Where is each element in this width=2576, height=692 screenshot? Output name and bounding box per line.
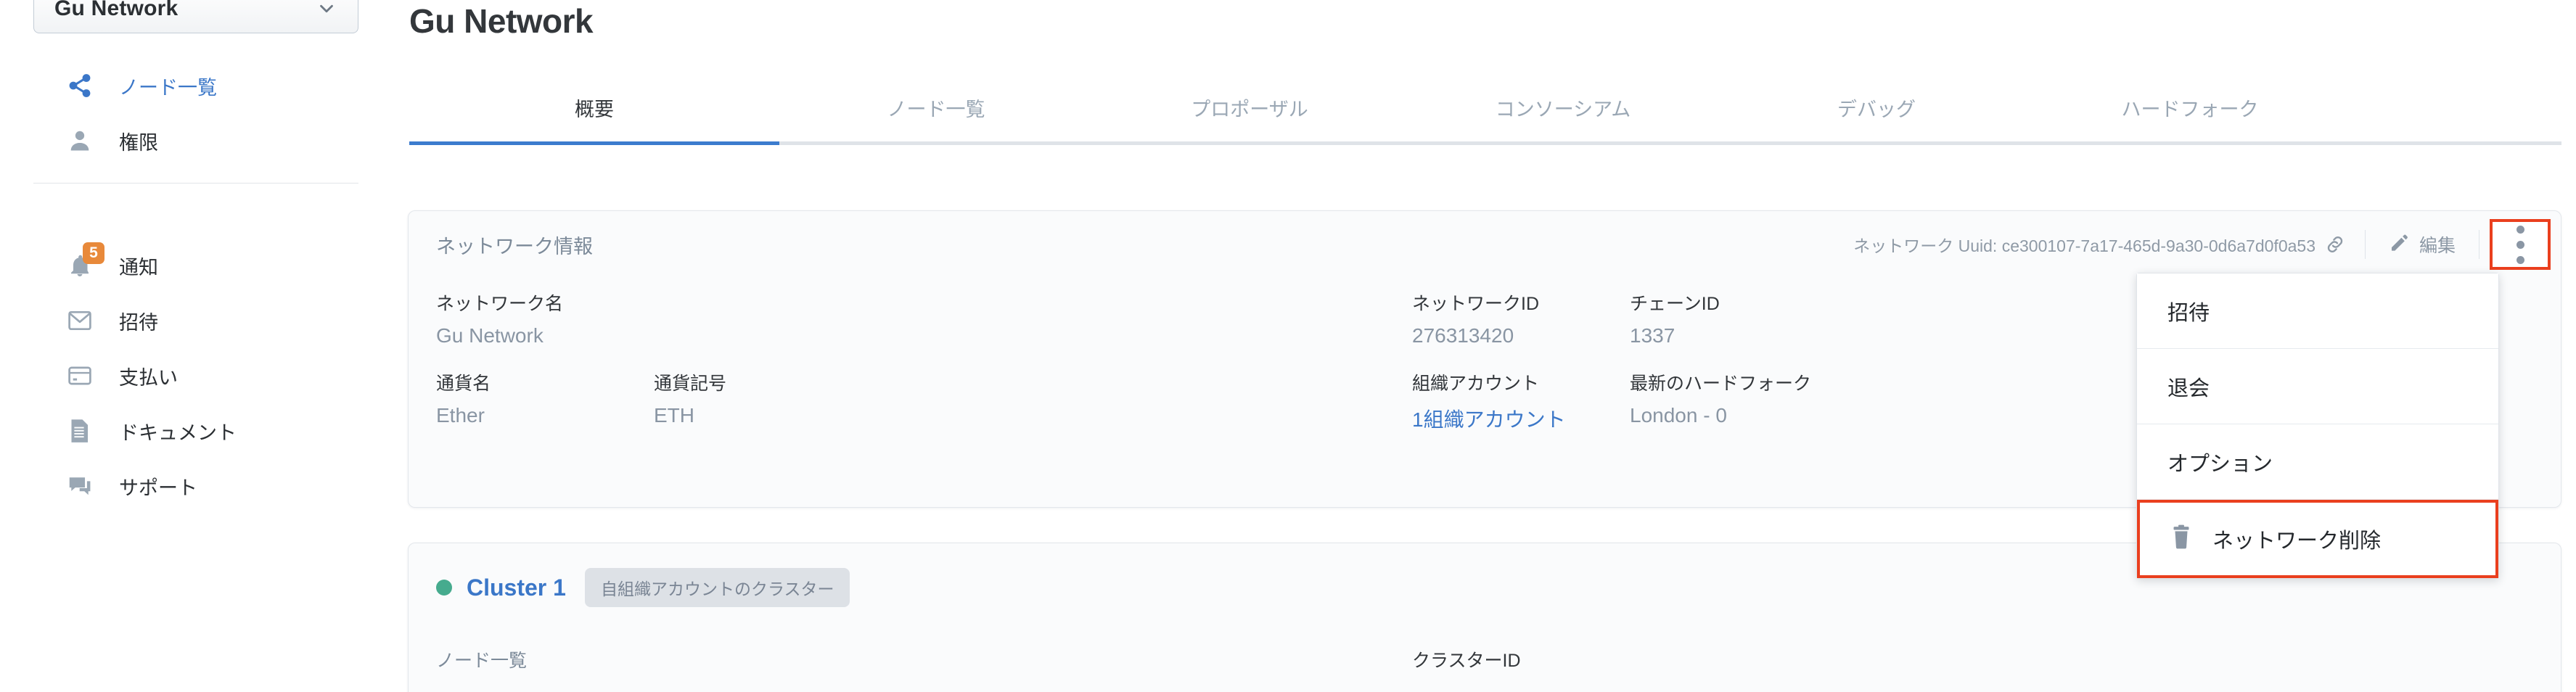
status-dot-icon [436,580,452,596]
field-network-id: ネットワークID 276313420 [1412,289,1630,347]
sidebar-divider [33,183,358,184]
field-chain-id: チェーンID 1337 [1630,289,1847,347]
sidebar-item-invite[interactable]: 招待 [0,293,392,348]
network-info-card-header: ネットワーク情報 ネットワーク Uuid: ce300107-7a17-465d… [409,211,2561,278]
card-header-actions: ネットワーク Uuid: ce300107-7a17-465d-9a30-0d6… [1853,211,2561,278]
sidebar-item-billing[interactable]: 支払い [0,348,392,403]
menu-item-invite[interactable]: 招待 [2137,273,2498,349]
field-label: ネットワーク名 [436,294,564,314]
share-nodes-icon [67,73,100,99]
person-icon [67,128,100,154]
field-value: 1337 [1630,324,1675,347]
field-value: Ether [436,404,485,427]
field-label: 最新のハードフォーク [1630,374,1812,394]
field-label: 組織アカウント [1412,374,1540,394]
field-latest-hardfork: 最新のハードフォーク London - 0 [1630,369,1847,433]
bell-icon: 5 [67,242,104,279]
field-currency-name: 通貨名 Ether [436,369,654,433]
sidebar-item-nodes[interactable]: ノード一覧 [0,58,392,113]
menu-item-label: 退会 [2167,376,2210,400]
field-label: ネットワークID [1412,294,1540,314]
field-network-name: ネットワーク名 Gu Network [436,289,1412,347]
sidebar-item-label: サポート [119,477,197,499]
field-label: 通貨記号 [654,374,727,394]
tab-list: 概要 ノード一覧 プロポーザル コンソーシアム デバッグ ハードフォーク [409,78,2561,142]
sidebar-nav: ノード一覧 権限 5 通知 招待 支払い ドキュメント サポート [0,58,392,514]
field-cluster-id: クラスターID [1412,646,1521,681]
app-root: Gu Network ノード一覧 権限 5 通知 招待 支払い ドキュメント サ… [0,0,2576,692]
edit-button[interactable]: 編集 [2376,224,2469,265]
field-node-list: ノード一覧 [436,646,1412,681]
chevron-down-icon [316,0,337,20]
field-value: ETH [654,404,694,427]
sidebar: Gu Network ノード一覧 権限 5 通知 招待 支払い ドキュメント サ… [0,0,392,692]
sidebar-item-label: 権限 [119,131,158,154]
sidebar-item-label: 支払い [119,366,178,389]
sidebar-item-label: 通知 [119,256,158,279]
menu-item-leave[interactable]: 退会 [2137,349,2498,424]
tab-debug[interactable]: デバッグ [1720,94,2033,142]
field-value: Gu Network [436,324,543,347]
sidebar-item-label: ノード一覧 [119,76,217,99]
cluster-header: Cluster 1 自組織アカウントのクラスター [436,568,850,607]
link-icon[interactable] [2315,225,2355,264]
tab-node-list[interactable]: ノード一覧 [779,94,1093,142]
field-label: チェーンID [1630,294,1720,314]
menu-item-label: オプション [2167,452,2273,476]
network-options-menu: 招待 退会 オプション ネットワーク削除 [2136,273,2499,579]
more-vertical-icon[interactable] [2490,219,2551,270]
sidebar-item-label: ドキュメント [119,421,237,444]
pencil-icon [2389,233,2409,257]
menu-item-options[interactable]: オプション [2137,424,2498,500]
menu-item-label: 招待 [2167,301,2210,325]
tab-bar: 概要 ノード一覧 プロポーザル コンソーシアム デバッグ ハードフォーク [409,78,2561,145]
menu-item-delete-network[interactable]: ネットワーク削除 [2137,500,2498,578]
cluster-name-link[interactable]: Cluster 1 [467,574,566,601]
sidebar-item-label: 招待 [119,311,158,334]
sidebar-item-documents[interactable]: ドキュメント [0,403,392,458]
field-label: クラスターID [1412,651,1521,671]
notification-badge: 5 [83,242,104,264]
tab-overview[interactable]: 概要 [409,94,779,142]
field-org-account: 組織アカウント 1組織アカウント [1412,369,1630,433]
cluster-chip: 自組織アカウントのクラスター [584,568,850,607]
sidebar-item-support[interactable]: サポート [0,458,392,514]
field-label: ノード一覧 [436,651,528,671]
trash-icon [2170,524,2195,553]
network-uuid: ネットワーク Uuid: ce300107-7a17-465d-9a30-0d6… [1853,236,2315,255]
header-separator [2364,230,2366,259]
credit-card-icon [67,363,100,388]
tab-consortium[interactable]: コンソーシアム [1406,94,1720,142]
field-currency-symbol: 通貨記号 ETH [654,369,1412,433]
network-selector[interactable]: Gu Network [33,0,358,33]
network-selector-value: Gu Network [54,0,179,20]
document-icon [67,418,100,444]
field-label: 通貨名 [436,374,491,394]
sidebar-item-permissions[interactable]: 権限 [0,113,392,168]
sidebar-item-notifications[interactable]: 5 通知 [0,238,392,293]
card-title: ネットワーク情報 [436,235,593,258]
field-value-link[interactable]: 1組織アカウント [1412,404,1630,433]
edit-button-label: 編集 [2419,236,2456,256]
envelope-icon [67,308,100,333]
field-value: 276313420 [1412,324,1514,347]
chat-bubbles-icon [67,474,100,498]
page-title: Gu Network [409,2,594,40]
menu-item-label: ネットワーク削除 [2212,530,2382,553]
tab-hardfork[interactable]: ハードフォーク [2033,94,2347,142]
tab-proposals[interactable]: プロポーザル [1093,94,1406,142]
field-value: London - 0 [1630,404,1727,427]
tab-underline-active [409,141,779,145]
cluster-fields: ノード一覧 クラスターID [436,646,1521,681]
